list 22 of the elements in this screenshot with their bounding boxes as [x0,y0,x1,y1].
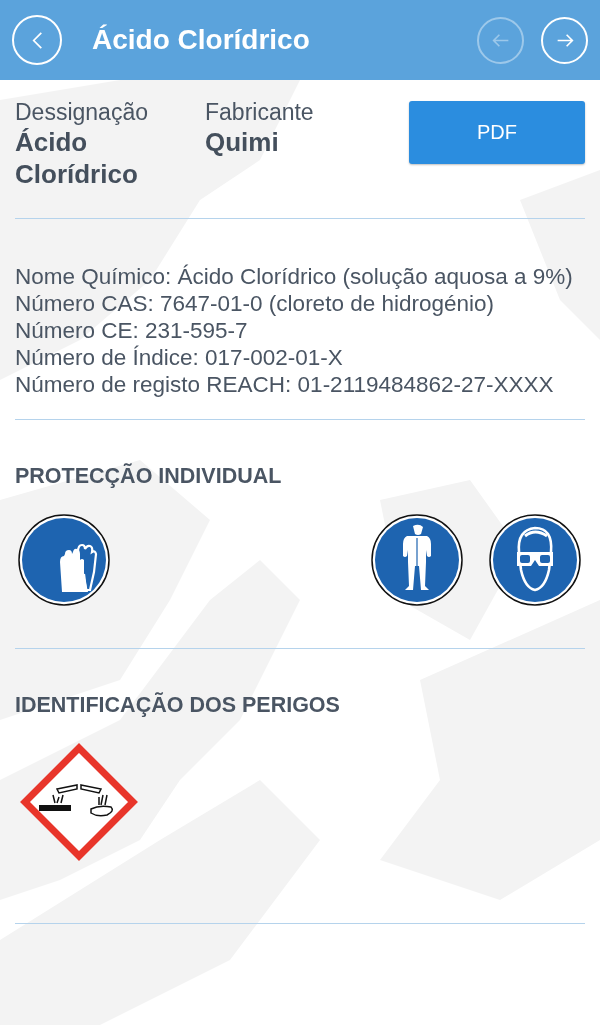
corrosive-hazard-icon [19,743,139,861]
back-button[interactable] [12,15,62,65]
coverall-sign-icon [371,514,463,606]
detail-text: Número CAS: 7647-01-0 (cloreto de hidrogénio) [15,290,495,317]
section-heading: PROTECÇÃO INDIVIDUAL [15,462,283,490]
detail-text: Número CE: 231-595-7 [15,317,249,344]
pdf-button[interactable]: PDF [409,101,585,164]
field-value: Quimi [205,126,280,158]
field-label: Dessignação [15,98,149,126]
gloves-sign-icon [18,514,110,606]
next-button[interactable] [541,16,588,64]
field-label: Fabricante [205,98,315,126]
arrow-left-icon [491,32,510,48]
chevron-left-icon [31,30,43,50]
field-value: Ácido Clorídrico [15,126,139,190]
arrow-right-icon [555,32,574,48]
detail-text: Nome Químico: Ácido Clorídrico (solução aquosa a 9%) [15,263,574,290]
detail-text: Número de Índice: 017-002-01-X [15,344,344,371]
goggles-sign-icon [489,514,581,606]
page-title: Ácido Clorídrico [92,24,311,56]
detail-text: Número de registo REACH: 01-2119484862-27-XXXX [15,371,555,398]
section-heading: IDENTIFICAÇÃO DOS PERIGOS [15,691,341,719]
